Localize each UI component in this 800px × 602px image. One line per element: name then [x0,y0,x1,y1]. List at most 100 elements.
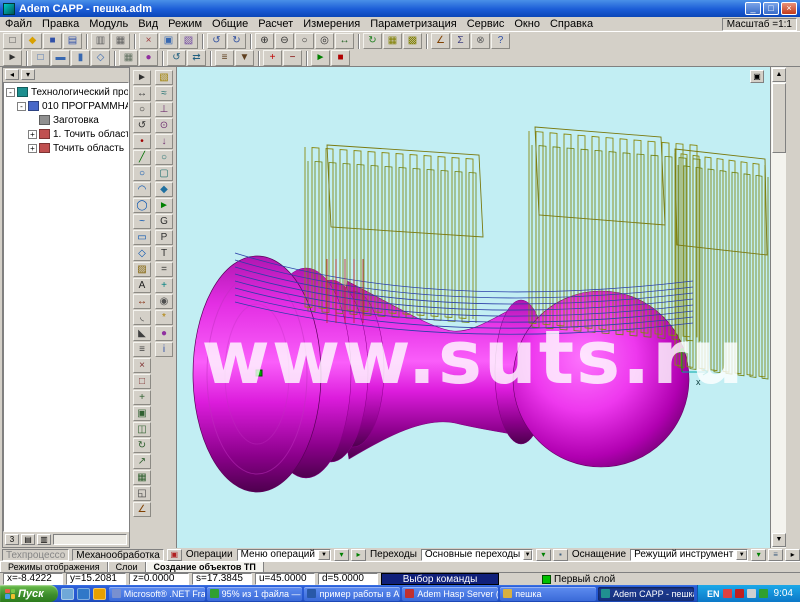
lathe-icon[interactable]: ⊙ [155,118,173,133]
tree-scroll-track[interactable] [53,534,127,545]
help-icon[interactable]: ? [491,33,510,49]
cut-icon[interactable]: × [139,33,158,49]
text-tool-icon[interactable]: A [133,278,151,293]
volume-icon[interactable] [747,589,756,598]
view-front-icon[interactable]: □ [31,50,50,66]
menu-Файл[interactable]: Файл [0,17,37,31]
chamfer-icon[interactable]: ◣ [133,326,151,341]
chevron-down-icon[interactable]: ▼ [736,550,747,560]
minimize-button[interactable]: _ [745,2,761,15]
vertical-scrollbar[interactable]: ▲ ▼ [770,67,786,548]
stock-icon[interactable]: ▧ [155,70,173,85]
layers-icon[interactable]: ≡ [215,50,234,66]
expand-expander-icon[interactable]: + [28,144,37,153]
render-icon[interactable]: ● [155,326,173,341]
expand-expander-icon[interactable]: + [28,130,37,139]
ie-icon[interactable] [77,588,90,600]
mdi-restore-button[interactable]: ▣ [750,70,764,83]
select-arrow-icon[interactable]: ► [3,50,22,66]
ellipse-icon[interactable]: ◯ [133,198,151,213]
postprocessor-icon[interactable]: P [155,230,173,245]
stop-icon[interactable]: ■ [331,50,350,66]
menu-Режим[interactable]: Режим [163,17,207,31]
spline-icon[interactable]: ~ [133,214,151,229]
model-view-icon[interactable]: ◉ [155,294,173,309]
task-button[interactable]: Adem CAPP - пешка.а... [598,587,694,601]
show-desktop-icon[interactable] [61,588,74,600]
refresh-icon[interactable]: ↻ [363,33,382,49]
network-icon[interactable] [759,589,768,598]
surface-icon[interactable]: ◆ [155,182,173,197]
status-tab-3[interactable]: Создание объектов ТП [146,562,264,572]
angle-measure-icon[interactable]: ∠ [133,502,151,517]
run-operation-icon[interactable]: ▸ [351,549,366,561]
page-3-button[interactable]: 3 [5,534,19,545]
insert-transition-icon[interactable]: ▾ [536,549,551,561]
tooling-list-icon[interactable]: ≡ [768,549,783,561]
polygon-icon[interactable]: ◇ [133,246,151,261]
menu-Окно[interactable]: Окно [509,17,545,31]
grid-view-button[interactable]: ▥ [37,534,51,545]
add-operation-icon[interactable]: + [263,50,282,66]
task-button[interactable]: Microsoft® .NET Frame... [109,587,205,601]
route-icon[interactable]: ▣ [167,549,182,561]
scale-icon[interactable]: ↗ [133,454,151,469]
view-side-icon[interactable]: ▮ [71,50,90,66]
paste-icon[interactable]: ▧ [179,33,198,49]
start-button[interactable]: Пуск [0,585,58,602]
hasp-icon[interactable] [735,589,744,598]
rotate-3d-icon[interactable]: ↺ [133,118,151,133]
open-file-icon[interactable]: ◆ [23,33,42,49]
simulate-icon[interactable]: ► [311,50,330,66]
menu-Модуль[interactable]: Модуль [84,17,133,31]
status-tab-2[interactable]: Слои [108,562,146,572]
rotate-view-icon[interactable]: ↺ [167,50,186,66]
snap-point[interactable] [256,370,262,376]
snap-icon[interactable]: ▩ [403,33,422,49]
media-player-icon[interactable] [93,588,106,600]
task-button[interactable]: пример работы в ADEM... [304,587,400,601]
insert-operation-icon[interactable]: ▾ [334,549,349,561]
save-all-icon[interactable]: ▤ [63,33,82,49]
zoom-window-icon[interactable]: ○ [295,33,314,49]
edit-transition-icon[interactable]: ▪ [553,549,568,561]
pointer-icon[interactable]: ► [133,70,151,85]
circle-icon[interactable]: ○ [133,166,151,181]
menu-Измерения[interactable]: Измерения [298,17,365,31]
zoom-view-icon[interactable]: ○ [133,102,151,117]
remove-operation-icon[interactable]: − [283,50,302,66]
dock-panel-button[interactable]: ◂ [5,69,19,80]
print-icon[interactable]: ▥ [91,33,110,49]
spin-view-icon[interactable]: ⇄ [187,50,206,66]
tool-icon[interactable]: T [155,246,173,261]
grid-icon[interactable]: ▦ [383,33,402,49]
scroll-down-icon[interactable]: ▼ [772,533,786,547]
view-iso-icon[interactable]: ◇ [91,50,110,66]
menu-Справка[interactable]: Справка [545,17,598,31]
gcode-icon[interactable]: G [155,214,173,229]
settings-icon[interactable]: ⊗ [471,33,490,49]
pan-view-icon[interactable]: ↔ [133,86,151,101]
undo-icon[interactable]: ↺ [207,33,226,49]
menu-Параметризация[interactable]: Параметризация [365,17,461,31]
hatch-icon[interactable]: ▨ [133,262,151,277]
panel-menu-button[interactable]: ▾ [21,69,35,80]
drill-icon[interactable]: ↓ [155,134,173,149]
contour-icon[interactable]: ○ [155,150,173,165]
antivirus-icon[interactable] [723,589,732,598]
insert-tooling-icon[interactable]: ▾ [751,549,766,561]
line-icon[interactable]: ╱ [133,150,151,165]
tooling-combo[interactable]: Режущий инструмент ▼ [630,549,748,561]
trim-icon[interactable]: × [133,358,151,373]
menu-Правка[interactable]: Правка [37,17,84,31]
shaded-icon[interactable]: ● [139,50,158,66]
layer-color-swatch[interactable] [542,575,551,584]
status-tab-1[interactable]: Режимы отображения [0,562,108,572]
task-button[interactable]: пешка [500,587,596,601]
menu-Сервис[interactable]: Сервис [462,17,510,31]
chevron-down-icon[interactable]: ▼ [523,550,532,560]
filter-icon[interactable]: ▼ [235,50,254,66]
redo-icon[interactable]: ↻ [227,33,246,49]
tree-item[interactable]: -010 ПРОГРАММНАЯ [4,99,128,113]
menu-Общие[interactable]: Общие [207,17,253,31]
